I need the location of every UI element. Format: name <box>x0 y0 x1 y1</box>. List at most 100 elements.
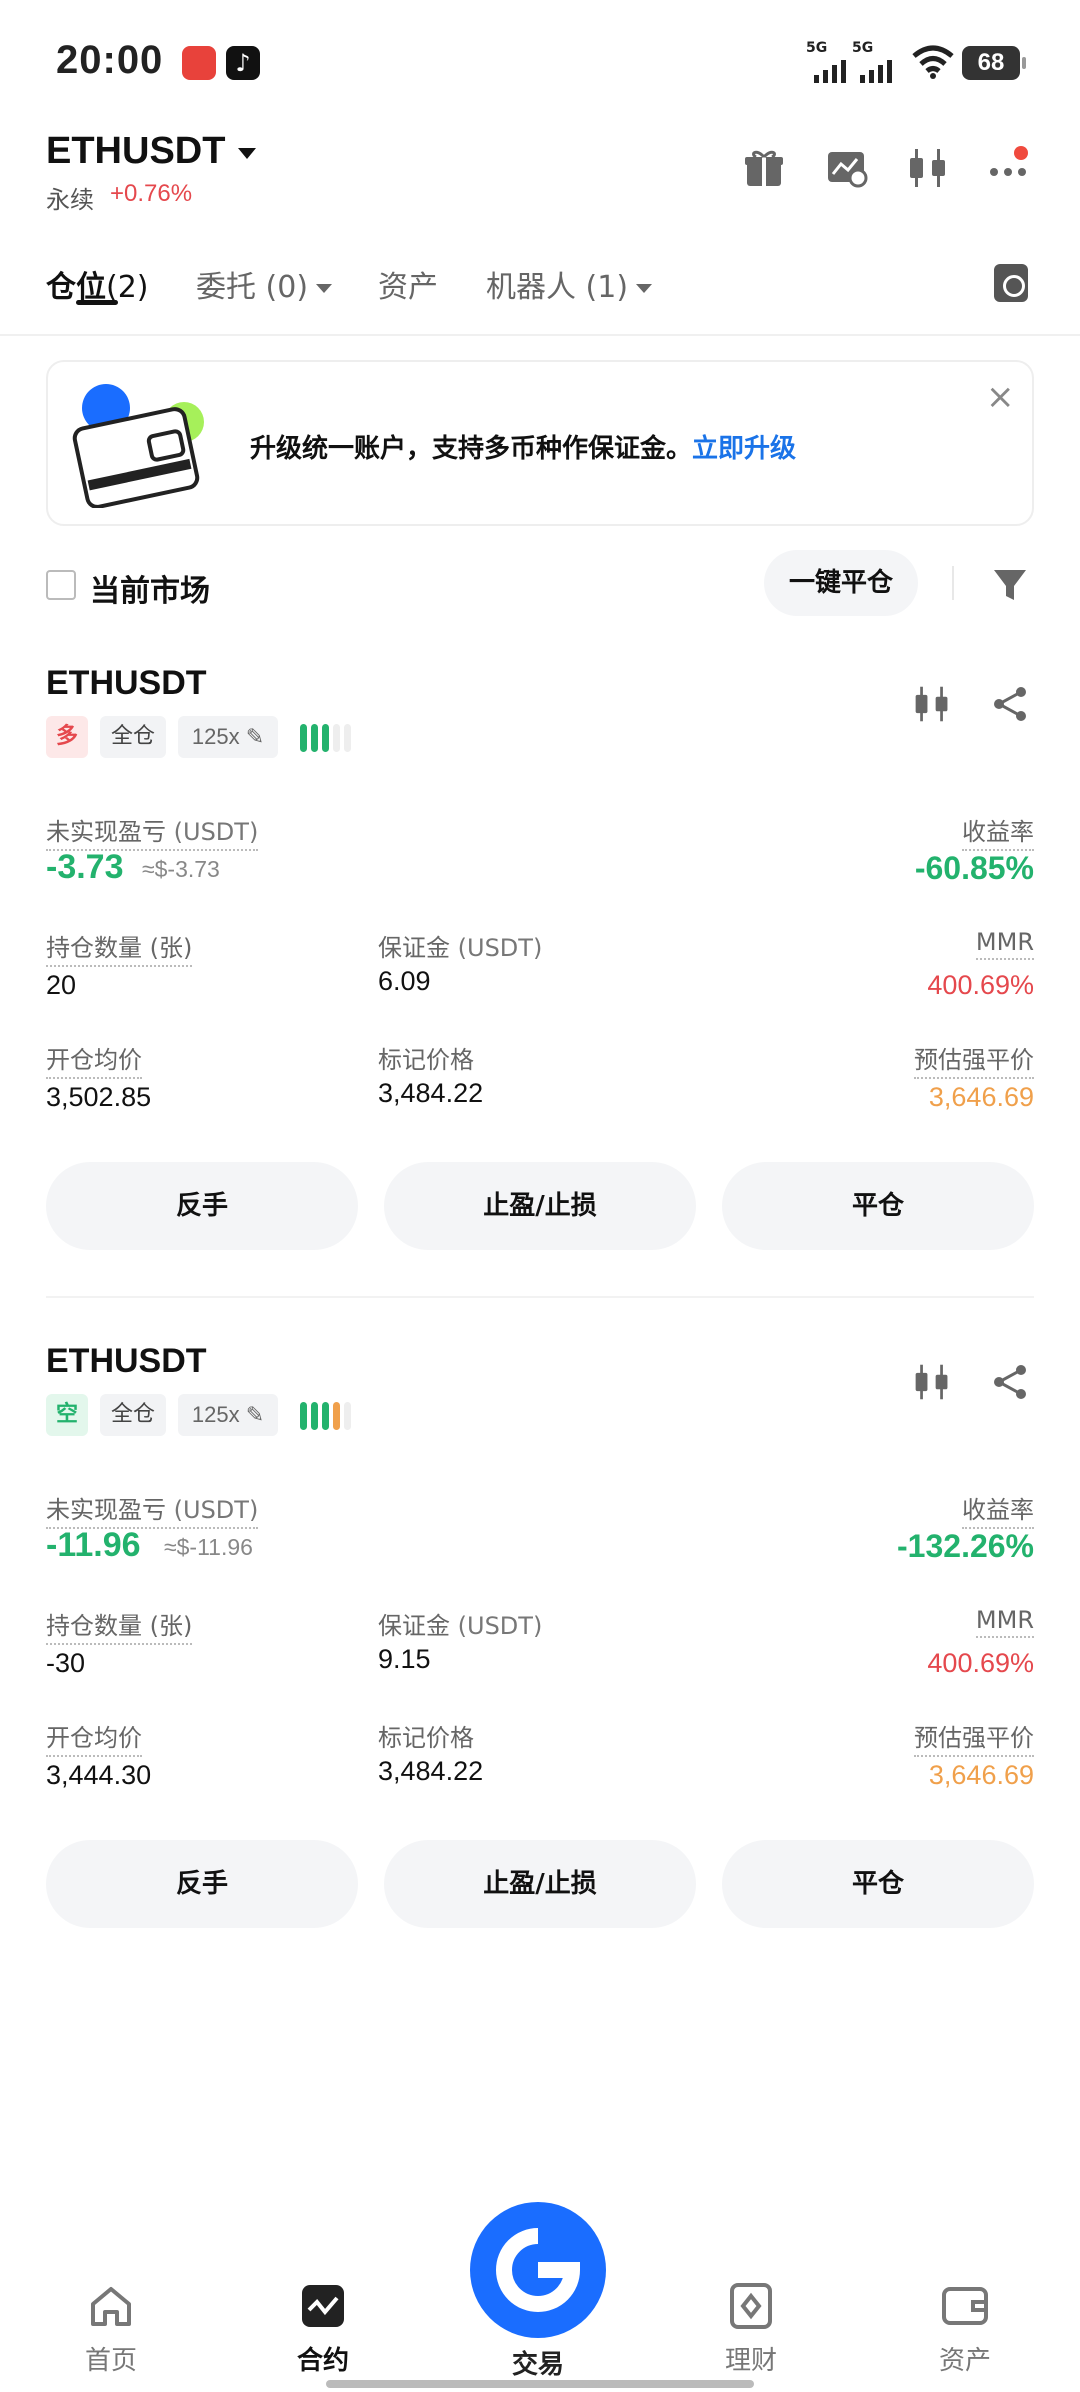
liq-price-value: 3,646.69 <box>928 1760 1034 1790</box>
active-tab-indicator <box>76 300 118 305</box>
home-icon <box>91 2287 131 2326</box>
price-change: +0.76% <box>110 180 193 207</box>
nav-earn[interactable]: 理财 <box>676 2282 826 2377</box>
unrealized-pnl-label: 未实现盈亏 (USDT) <box>46 1490 259 1529</box>
mmr-value: 400.69% <box>927 1648 1034 1678</box>
edit-icon: ✎ <box>245 724 265 749</box>
reverse-button[interactable]: 反手 <box>46 1162 358 1250</box>
tab-assets[interactable]: 资产 <box>378 262 438 306</box>
mmr-label: MMR <box>975 1606 1034 1638</box>
mark-price-label: 标记价格 <box>378 1724 474 1752</box>
tpsl-button[interactable]: 止盈/止损 <box>384 1840 696 1928</box>
caret-down-icon[interactable] <box>238 148 256 159</box>
leverage-badge[interactable]: 125x ✎ <box>178 1394 278 1436</box>
reverse-button[interactable]: 反手 <box>46 1840 358 1928</box>
current-market-checkbox[interactable] <box>46 570 76 600</box>
mmr-label: MMR <box>975 928 1034 960</box>
upgrade-banner: 升级统一账户，支持多币种作保证金。立即升级 × <box>46 360 1034 526</box>
tab-orders[interactable]: 委托 (0) <box>196 262 333 306</box>
candlestick-icon[interactable] <box>912 1362 952 1402</box>
position-symbol: ETHUSDT <box>46 1342 207 1380</box>
leverage-value: 125x <box>191 1402 240 1427</box>
history-icon[interactable] <box>994 264 1028 302</box>
trade-button[interactable] <box>470 2202 606 2338</box>
trade-label[interactable]: 交易 <box>470 2344 606 2381</box>
upgrade-link[interactable]: 立即升级 <box>692 434 796 464</box>
nav-home[interactable]: 首页 <box>36 2282 186 2377</box>
mmr-value: 400.69% <box>927 970 1034 1000</box>
leverage-badge[interactable]: 125x ✎ <box>178 716 278 758</box>
tab-bots-count: (1) <box>585 270 629 305</box>
label-unit: (USDT) <box>457 934 543 962</box>
share-icon[interactable] <box>990 684 1030 724</box>
entry-price-value: 3,444.30 <box>46 1760 152 1790</box>
size-label: 持仓数量 (张) <box>46 928 193 967</box>
close-position-button[interactable]: 平仓 <box>722 1840 1034 1928</box>
divider <box>0 334 1080 336</box>
margin-value: 6.09 <box>378 966 431 996</box>
app-notification-icon <box>182 46 216 80</box>
unrealized-pnl-usd: ≈$-11.96 <box>164 1534 253 1560</box>
candlestick-icon[interactable] <box>906 146 950 190</box>
label-unit: (USDT) <box>173 1496 259 1524</box>
label-text: 保证金 <box>378 934 450 962</box>
liq-price-label: 预估强平价 <box>914 1718 1034 1757</box>
unrealized-pnl-value: -3.73 <box>46 848 124 886</box>
nav-assets[interactable]: 资产 <box>890 2282 1040 2377</box>
banner-text: 升级统一账户，支持多币种作保证金。 <box>250 434 693 464</box>
chart-calc-icon[interactable] <box>824 146 868 190</box>
entry-price-label: 开仓均价 <box>46 1718 142 1757</box>
position-symbol: ETHUSDT <box>46 664 207 702</box>
nav-contract[interactable]: 合约 <box>248 2282 398 2377</box>
gift-icon[interactable] <box>742 146 786 190</box>
leverage-value: 125x <box>191 724 240 749</box>
divider <box>46 1296 1034 1298</box>
nav-home-label: 首页 <box>84 2346 137 2376</box>
label-unit: (USDT) <box>457 1612 543 1640</box>
liq-price-value: 3,646.69 <box>928 1082 1034 1112</box>
label-text: 未实现盈亏 <box>46 1496 166 1524</box>
margin-label: 保证金 (USDT) <box>378 928 542 965</box>
label-text: 保证金 <box>378 1612 450 1640</box>
nav-contract-label: 合约 <box>296 2346 349 2376</box>
size-label: 持仓数量 (张) <box>46 1606 193 1645</box>
adl-indicator <box>300 724 351 752</box>
tab-orders-count: (0) <box>265 270 309 305</box>
contract-type: 永续 <box>46 186 94 214</box>
banner-message: 升级统一账户，支持多币种作保证金。立即升级 <box>250 428 796 465</box>
label-text: 未实现盈亏 <box>46 818 166 846</box>
current-market-label[interactable]: 当前市场 <box>90 566 210 610</box>
trade-logo-icon <box>496 2228 581 2312</box>
earn-icon <box>730 2283 772 2329</box>
close-position-button[interactable]: 平仓 <box>722 1162 1034 1250</box>
entry-price-value: 3,502.85 <box>46 1082 152 1112</box>
liq-price-label: 预估强平价 <box>914 1040 1034 1079</box>
close-all-button[interactable]: 一键平仓 <box>764 550 918 616</box>
position-card: ETHUSDT 多 全仓 125x ✎ 未实现盈亏 (USDT) -3.73 ≈… <box>0 664 1080 1264</box>
position-card: ETHUSDT 空 全仓 125x ✎ 未实现盈亏 (USDT) -11.96 … <box>0 1342 1080 1942</box>
roe-label: 收益率 <box>962 1490 1034 1529</box>
entry-price-label: 开仓均价 <box>46 1040 142 1079</box>
wallet-illustration <box>72 384 204 508</box>
tpsl-button[interactable]: 止盈/止损 <box>384 1162 696 1250</box>
unrealized-pnl-value: -11.96 <box>46 1526 141 1564</box>
size-value: 20 <box>46 970 77 1000</box>
home-indicator <box>326 2380 754 2388</box>
candlestick-icon[interactable] <box>912 684 952 724</box>
margin-value: 9.15 <box>378 1644 431 1674</box>
roe-value: -132.26% <box>897 1528 1034 1564</box>
nav-assets-label: 资产 <box>938 2346 991 2376</box>
side-badge: 多 <box>46 716 88 758</box>
tab-orders-label: 委托 <box>196 270 256 305</box>
close-icon[interactable]: × <box>986 380 1015 414</box>
tab-bots[interactable]: 机器人 (1) <box>486 262 653 306</box>
network-type-label: 5G <box>806 40 828 56</box>
caret-down-icon <box>316 284 333 293</box>
filter-icon[interactable] <box>992 566 1028 604</box>
symbol-title[interactable]: ETHUSDT <box>46 130 225 173</box>
size-value: -30 <box>46 1648 86 1678</box>
roe-value: -60.85% <box>914 850 1034 886</box>
battery-icon: 68 <box>962 46 1026 80</box>
share-icon[interactable] <box>990 1362 1030 1402</box>
label-unit: (USDT) <box>173 818 259 846</box>
